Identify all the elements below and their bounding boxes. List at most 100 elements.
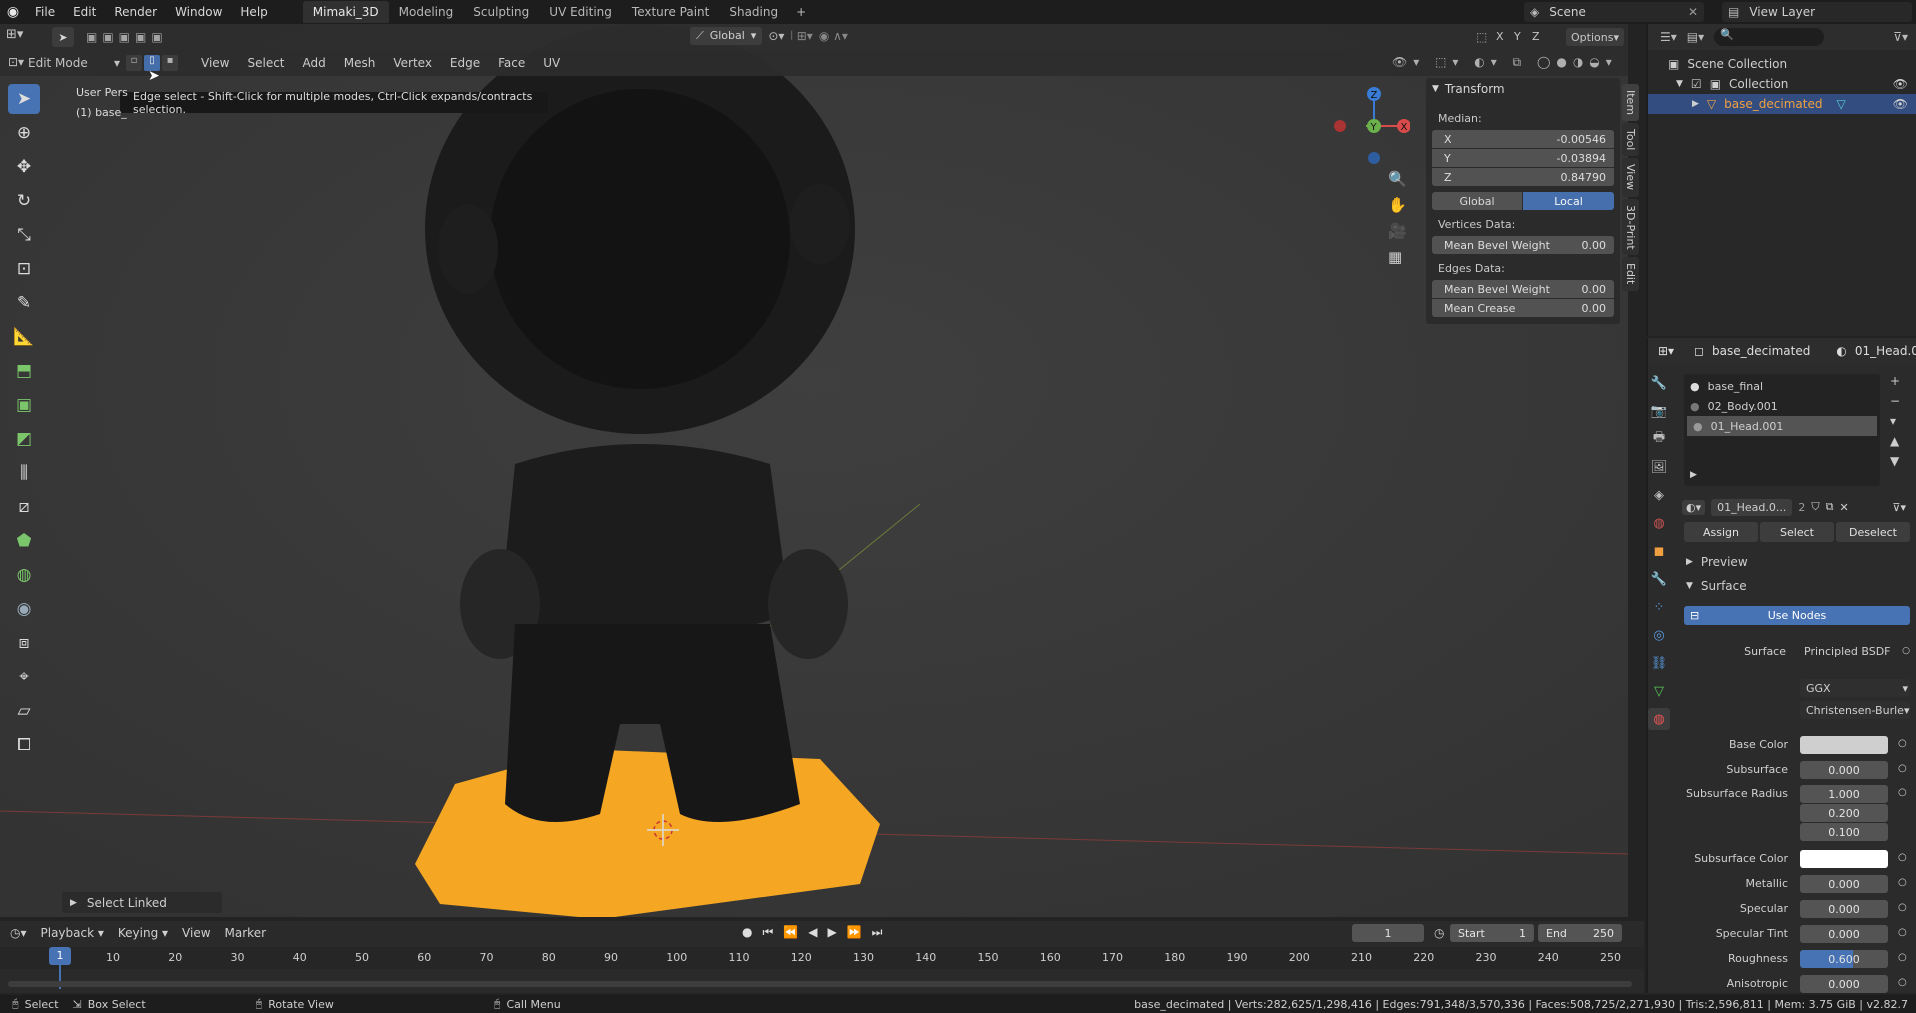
material-browse-icon[interactable]: ◐▾ [1682,499,1706,515]
menu-uv[interactable]: UV [534,55,569,71]
start-frame-field[interactable]: Start 1 [1450,924,1534,942]
menu-view[interactable]: View [182,926,210,940]
distribution-dropdown[interactable]: GGX ▾ [1800,679,1910,697]
material-slot-item[interactable]: ● 01_Head.001 [1687,416,1877,436]
duplicate-icon[interactable]: ⧉ [1826,500,1834,514]
link-dot-icon[interactable]: ○ [1898,763,1907,774]
add-slot-icon[interactable]: + [1890,374,1900,388]
tab-texture-paint[interactable]: Texture Paint [622,1,719,23]
specials-menu-icon[interactable]: ▾ [1890,414,1900,428]
deselect-button[interactable]: Deselect [1836,522,1910,542]
menu-render[interactable]: Render [105,0,166,24]
edge-slide-tool-icon[interactable]: ⧈ [8,628,40,658]
tab-view[interactable]: View [1622,158,1639,197]
menu-help[interactable]: Help [231,0,276,24]
global-toggle[interactable]: Global [1432,192,1522,210]
display-mode-icon[interactable]: ▤▾ [1687,30,1704,44]
tab-edit[interactable]: Edit [1622,257,1639,291]
filter-icon[interactable]: ⊽▾ [1893,30,1908,44]
outliner-type-icon[interactable]: ☰▾ [1660,30,1677,44]
physics-icon[interactable]: ◎ [1648,624,1670,646]
vertex-bevel-field[interactable]: Mean Bevel Weight 0.00 [1432,236,1614,254]
property-value-field[interactable]: 0.000 [1800,925,1888,943]
fake-user-icon[interactable]: ⛉ [1811,500,1819,514]
playhead[interactable]: 1 [49,947,71,965]
timeline-type-icon[interactable]: ◷▾ [10,926,27,940]
output-icon[interactable]: 🖶 [1648,428,1670,450]
outliner-search-input[interactable]: 🔍 [1714,28,1825,46]
shrink-fatten-tool-icon[interactable]: ⌖ [8,662,40,692]
move-up-icon[interactable]: ▲ [1890,434,1900,448]
transform-header[interactable]: ▼ Transform [1426,78,1620,100]
pivot-icon[interactable]: ⊙▾ [768,29,784,43]
constraints-icon[interactable]: ⛓ [1648,652,1670,674]
menu-file[interactable]: File [26,0,64,24]
assign-button[interactable]: Assign [1684,522,1758,542]
select-mode-icons[interactable]: ▣▣▣▣▣ [86,30,168,44]
eye-icon[interactable]: 👁 [1893,77,1908,91]
subsurface-method-dropdown[interactable]: Christensen-Burle ▾ [1800,701,1910,719]
axis-z-button[interactable]: Z [1532,30,1540,43]
scene-selector[interactable]: ◈ Scene ✕ [1524,2,1704,22]
data-icon[interactable]: ▽ [1648,680,1670,702]
axis-y-button[interactable]: Y [1514,30,1521,43]
material-slot-item[interactable]: ● base_final [1684,376,1880,396]
link-dot-icon[interactable]: ○ [1902,646,1910,656]
end-frame-field[interactable]: End 250 [1538,924,1622,942]
menu-view[interactable]: View [192,55,238,71]
menu-playback[interactable]: Playback ▾ [41,926,104,940]
annotate-tool-icon[interactable]: ✎ [8,288,40,318]
surface-shader-dropdown[interactable]: Principled BSDF ○ [1800,642,1910,660]
property-value-field[interactable] [1800,736,1888,754]
menu-edit[interactable]: Edit [64,0,105,24]
property-value-field[interactable]: 0.000 [1800,761,1888,779]
select-box-tool-icon[interactable]: ➤ [8,84,40,114]
expand-icon[interactable]: ▶ [1690,470,1697,480]
unlink-icon[interactable]: ✕ [1839,501,1848,514]
checkbox-icon[interactable]: ☑ [1691,77,1702,91]
blender-logo-icon[interactable]: ◉ [0,4,26,20]
rotate-tool-icon[interactable]: ↻ [8,186,40,216]
view-layer-selector[interactable]: ▤ View Layer [1722,2,1912,22]
editor-type-button[interactable]: ⊞▾ [6,27,38,47]
select-tool-button[interactable]: ➤ [52,27,74,47]
scene-icon[interactable]: ◈ [1648,484,1670,506]
close-icon[interactable]: ✕ [1688,5,1698,19]
tab-sculpting[interactable]: Sculpting [463,1,539,23]
rip-tool-icon[interactable]: ⧠ [8,730,40,760]
pan-hand-icon[interactable]: ✋ [1388,196,1407,214]
link-dot-icon[interactable]: ○ [1898,952,1907,963]
median-x-field[interactable]: X -0.00546 [1432,130,1614,148]
property-value-field[interactable]: 0.600 [1800,950,1888,968]
outliner-row-scene-collection[interactable]: ▣ Scene Collection [1648,54,1916,74]
outliner-row-object[interactable]: ▶ ▽ base_decimated ▽ 👁 [1648,94,1916,114]
prev-keyframe-icon[interactable]: ⏪ [783,925,798,940]
smooth-tool-icon[interactable]: ◉ [8,594,40,624]
surface-panel-header[interactable]: ▼ Surface [1680,576,1914,596]
record-icon[interactable]: ● [742,925,752,940]
object-properties-icon[interactable]: ◼ [1648,540,1670,562]
material-datablock[interactable]: ◐▾ 01_Head.0... 2 ⛉ ⧉ ✕ ⊽▾ [1682,497,1906,517]
expand-arrow-icon[interactable]: ▶ [1692,99,1699,109]
material-tab-icon[interactable]: ◍ [1648,708,1670,730]
jump-start-icon[interactable]: ⏮ [762,925,773,940]
link-icon[interactable]: ⊽▾ [1892,501,1906,514]
link-dot-icon[interactable]: ○ [1898,977,1907,988]
modifier-icon[interactable]: 🔧 [1648,568,1670,590]
link-dot-icon[interactable]: ○ [1898,787,1907,798]
measure-tool-icon[interactable]: 📐 [8,322,40,352]
extrude-tool-icon[interactable]: ⬒ [8,356,40,386]
remove-slot-icon[interactable]: − [1890,394,1900,408]
property-value-field[interactable]: 0.000 [1800,975,1888,993]
outliner-row-collection[interactable]: ▼ ☑ ▣ Collection 👁 [1648,74,1916,94]
viewport-shading-icons[interactable]: 👁▾ ⬚▾ ◐▾ ⧉ ◯●◑◒▾ [1392,55,1618,70]
property-value-field[interactable]: 0.100 [1800,823,1888,841]
menu-keying[interactable]: Keying ▾ [118,926,168,940]
snap-icon[interactable]: ⦚ ⊞▾ [790,29,812,44]
last-operator-panel[interactable]: ▶ Select Linked [62,892,222,913]
link-dot-icon[interactable]: ○ [1898,877,1907,888]
face-select-button[interactable]: ▪ [162,55,178,71]
properties-type-icon[interactable]: ⊞▾ [1658,344,1674,358]
edge-crease-field[interactable]: Mean Crease 0.00 [1432,299,1614,317]
material-slot-item[interactable]: ● 02_Body.001 [1684,396,1880,416]
